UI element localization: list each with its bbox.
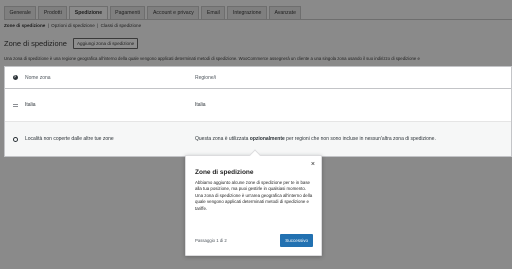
subnav-classes[interactable]: Classi di spedizione [101,23,142,28]
rest-zone-name[interactable]: Località non coperte dalle altre tue zon… [25,136,195,142]
zones-description: Una zona di spedizione è una regione geo… [4,56,420,61]
add-zone-button[interactable]: Aggiungi zona di spedizione [72,38,139,49]
tab-spedizione[interactable]: Spedizione [69,6,108,20]
subnav-separator: | [47,23,49,28]
drag-handle-icon[interactable] [12,103,18,107]
tab-prodotti[interactable]: Prodotti [38,6,68,20]
globe-icon [12,136,18,142]
settings-page: Generale Prodotti Spedizione Pagamenti A… [0,0,512,269]
tabs-divider [4,19,512,20]
tab-email[interactable]: Email [201,6,226,20]
popover-paragraph: Abbiamo aggiunto alcune zone di spedizio… [195,180,310,192]
help-icon[interactable]: ? [12,75,18,80]
popover-footer: Passaggio 1 di 2 Successivo [195,234,313,247]
rest-zone-regions: Questa zona è utilizzata opzionalmente p… [195,136,436,142]
subnav-zones[interactable]: Zone di spedizione [4,23,45,28]
tab-pagamenti[interactable]: Pagamenti [109,6,146,20]
next-button[interactable]: Successivo [280,234,313,247]
popover-title: Zone di spedizione [195,169,254,176]
close-icon[interactable]: × [311,161,315,168]
tour-popover: × Zone di spedizione Abbiamo aggiunto al… [185,149,322,256]
subnav-separator: | [97,23,99,28]
page-title: Zone di spedizione [4,39,67,48]
zone-regions: Italia [195,102,206,108]
tab-generale[interactable]: Generale [4,6,37,20]
popover-body: Abbiamo aggiunto alcune zone di spedizio… [195,180,315,212]
tab-account-privacy[interactable]: Account e privacy [147,6,200,20]
header-zone-name: Nome zona [25,74,51,81]
popover-paragraph: Una zona di spedizione è un'area geograf… [195,192,313,211]
zone-name[interactable]: Italia [25,102,195,108]
page-heading: Zone di spedizione Aggiungi zona di sped… [4,38,139,49]
subnav-options[interactable]: Opzioni di spedizione [51,23,95,28]
step-counter: Passaggio 1 di 2 [195,238,227,243]
zones-table: ? Nome zona Regione/i Italia Italia Loca… [4,66,512,157]
tab-integrazione[interactable]: Integrazione [227,6,267,20]
settings-tabs: Generale Prodotti Spedizione Pagamenti A… [4,6,303,20]
tab-avanzate[interactable]: Avanzate [268,6,302,20]
table-header: ? Nome zona Regione/i [5,67,511,89]
header-regions: Regione/i [195,74,217,81]
table-row[interactable]: Italia Italia [5,89,511,122]
table-row-rest-of-world: Località non coperte dalle altre tue zon… [5,122,511,156]
shipping-subnav: Zone di spedizione | Opzioni di spedizio… [4,23,141,28]
